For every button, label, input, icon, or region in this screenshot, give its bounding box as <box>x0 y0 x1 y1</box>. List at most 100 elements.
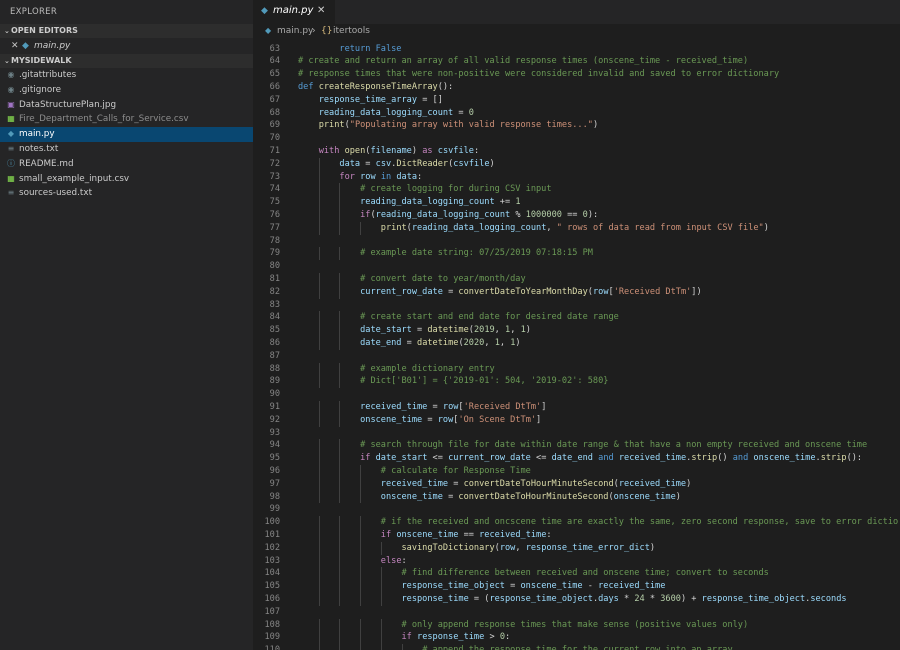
code-line: 90 <box>253 388 900 401</box>
file-name: sources-used.txt <box>19 188 93 199</box>
code-token: filename <box>370 146 412 156</box>
code-token: for <box>339 171 361 182</box>
code-token: 'Received DtTm' <box>613 286 692 297</box>
code-token: ) <box>592 120 599 131</box>
file-item[interactable]: ≡ notes.txt <box>0 142 253 157</box>
line-number: 98 <box>269 491 280 502</box>
line-number: 89 <box>269 376 280 387</box>
code-token: : <box>417 171 423 182</box>
file-item[interactable]: ⓘ README.md <box>0 157 253 172</box>
code-token: reading_data_logging_count <box>375 210 511 220</box>
code-token: row <box>360 171 376 182</box>
code-token: > <box>484 632 500 643</box>
line-number: 63 <box>269 43 280 54</box>
code-token: * <box>644 594 661 604</box>
line-number: 93 <box>269 427 280 438</box>
code-token: response_time_array <box>318 94 418 105</box>
file-item[interactable]: ▦ small_example_input.csv <box>0 172 253 187</box>
code-line: 78 <box>253 235 900 248</box>
code-token: ): <box>587 210 599 220</box>
code-line: 101 if onscene_time == received_time: <box>253 529 900 542</box>
code-token: , <box>546 222 557 233</box>
folder-header[interactable]: ⌄MYSIDEWALK <box>0 54 253 68</box>
code-token: <= <box>427 453 449 464</box>
code-token: 'On Scene DtTm' <box>458 414 537 425</box>
code-line: 92 onscene_time = row['On Scene DtTm'] <box>253 413 900 427</box>
code-token: # create start and end date for desired … <box>360 312 619 323</box>
code-token: onscene_time <box>613 491 676 502</box>
code-token: ) <box>525 325 531 336</box>
line-code: # create and return an array of all vali… <box>298 55 748 68</box>
line-code: # Dict['B01'] = {'2019-01': 504, '2019-0… <box>298 375 608 388</box>
code-token: = <box>442 286 459 297</box>
code-token: response_time_error_dict <box>525 542 650 553</box>
line-code: response_time_array = [] <box>298 94 443 107</box>
line-code: reading_data_logging_count += 1 <box>298 196 520 209</box>
code-token: = <box>448 478 464 489</box>
code-line: 104 # find difference between received a… <box>253 567 900 581</box>
line-number: 108 <box>264 619 280 630</box>
code-token: 1000000 <box>525 210 562 220</box>
code-token: # Dict['B01'] = {'2019-01': 504, '2019-0… <box>360 376 609 387</box>
line-code: onscene_time = row['On Scene DtTm'] <box>298 414 541 427</box>
line-code: onscene_time = convertDateToHourMinuteSe… <box>298 491 681 504</box>
code-token: = <box>504 581 521 592</box>
file-item[interactable]: ▦ Fire_Department_Calls_for_Service.csv <box>0 112 253 127</box>
line-code: response_time_object = onscene_time - re… <box>298 580 665 593</box>
code-token: data <box>339 158 361 169</box>
file-name: .gitignore <box>19 84 62 95</box>
code-line: 94 # search through file for date within… <box>253 439 900 453</box>
code-token: convertDateToYearMonthDay <box>458 286 588 297</box>
code-token: ) <box>489 158 495 169</box>
text-file-icon: ≡ <box>7 143 15 153</box>
close-icon[interactable]: ✕ <box>317 5 325 16</box>
file-item[interactable]: ◉ .gitattributes <box>0 68 253 83</box>
braces-icon: {} <box>321 26 333 36</box>
open-editor-item[interactable]: ✕ ◆ main.py <box>0 38 253 54</box>
code-token: with <box>318 146 345 156</box>
code-line: 98 onscene_time = convertDateToHourMinut… <box>253 490 900 504</box>
csv-icon: ▦ <box>7 173 15 183</box>
code-token: # response times that were non-positive … <box>298 69 780 80</box>
python-icon: ◆ <box>261 6 268 16</box>
code-token: # calculate for Response Time <box>380 466 531 476</box>
code-line: 77 print(reading_data_logging_count, " r… <box>253 221 900 235</box>
line-number: 110 <box>253 644 280 650</box>
breadcrumb-symbol[interactable]: itertools <box>333 24 370 38</box>
code-line: 76 if(reading_data_logging_count % 10000… <box>253 209 900 222</box>
code-line: 65 # response times that were non-positiv… <box>253 68 900 81</box>
file-item[interactable]: ≡ sources-used.txt <box>0 186 253 201</box>
line-code: else: <box>298 555 407 568</box>
breadcrumb-file[interactable]: main.py <box>277 24 313 38</box>
code-token: "Populating array with valid response ti… <box>349 120 593 131</box>
code-token: <= <box>530 453 552 464</box>
line-code: # convert date to year/month/day <box>298 273 526 286</box>
line-number: 101 <box>264 530 280 540</box>
file-item[interactable]: ▣ DataStructurePlan.jpg <box>0 98 253 113</box>
folder-label: MYSIDEWALK <box>11 56 72 65</box>
line-number: 72 <box>269 158 280 169</box>
line-number: 100 <box>264 517 280 528</box>
close-icon[interactable]: ✕ <box>11 38 19 54</box>
line-code: received_time = convertDateToHourMinuteS… <box>298 478 691 491</box>
line-number: 87 <box>269 350 280 361</box>
file-item[interactable]: ◆ main.py <box>0 127 253 142</box>
code-token: DictReader <box>396 158 449 169</box>
info-icon: ⓘ <box>7 158 15 168</box>
tab-main-py[interactable]: ◆ main.py ✕ <box>253 0 335 24</box>
file-item[interactable]: ◉ .gitignore <box>0 83 253 98</box>
open-editors-header[interactable]: ⌄OPEN EDITORS <box>0 24 253 38</box>
text-file-icon: ≡ <box>7 188 15 198</box>
code-token: ] <box>541 402 547 412</box>
code-token: == <box>561 210 583 220</box>
code-line: 68 reading_data_logging_count = 0 <box>253 107 900 120</box>
code-token: # create and return an array of all vali… <box>298 56 749 67</box>
code-token: 3600 <box>660 594 681 604</box>
code-editor[interactable]: return False 63 64 # create and return an … <box>253 38 900 650</box>
code-token: # if the received and oncscene time are … <box>380 517 899 528</box>
